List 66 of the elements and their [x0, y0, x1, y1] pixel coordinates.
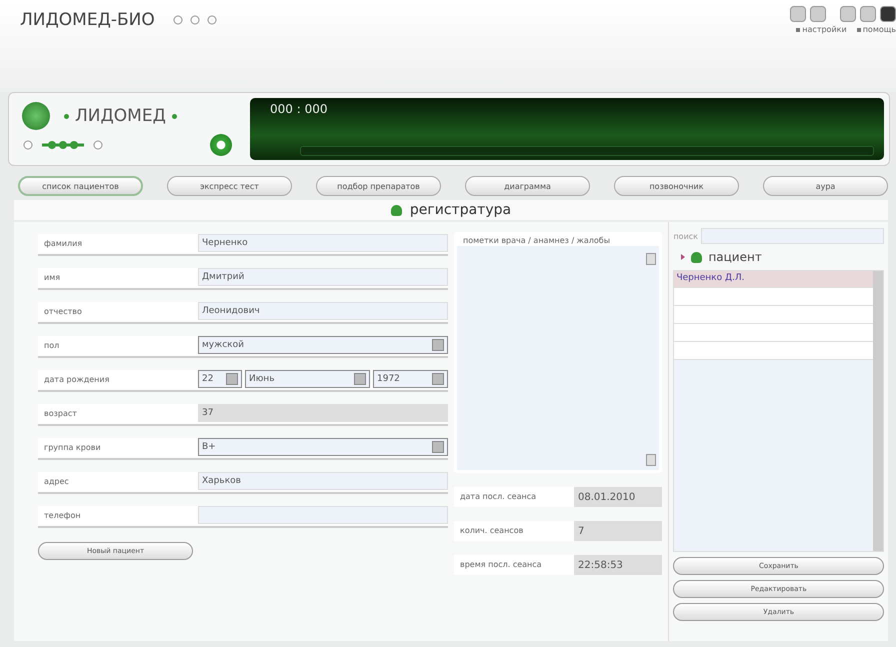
- empty-list-row[interactable]: [674, 324, 873, 342]
- readonly-field: 08.01.2010: [574, 487, 662, 507]
- month-dropdown[interactable]: Июнь: [245, 370, 370, 388]
- tab[interactable]: подбор препаратов: [316, 176, 441, 196]
- notes-area[interactable]: пометки врача / анамнез / жалобы: [454, 232, 662, 473]
- dot-icon: [172, 114, 177, 118]
- dropdown-icon: [354, 373, 366, 385]
- dropdown-icon: [432, 373, 444, 385]
- search-field[interactable]: [701, 228, 884, 244]
- readonly-field: 7: [574, 521, 662, 541]
- tab[interactable]: диаграмма: [465, 176, 590, 196]
- bullet-icon: [796, 28, 800, 32]
- field-label: дата рождения: [43, 374, 110, 386]
- person-icon: [691, 252, 702, 262]
- search-label: поиск: [673, 232, 698, 240]
- field-label: отчество: [43, 306, 83, 318]
- dropdown[interactable]: мужской: [198, 336, 448, 354]
- empty-list-row[interactable]: [674, 306, 873, 324]
- field-label: возраст: [43, 408, 78, 420]
- day-dropdown[interactable]: 22: [198, 370, 242, 388]
- dropdown-icon: [432, 441, 444, 453]
- header-link[interactable]: настройки: [802, 25, 847, 34]
- field-label: адрес: [43, 476, 70, 488]
- window-title: ЛИДОМЕД-БИО: [20, 10, 155, 30]
- header-link[interactable]: помощь: [862, 25, 896, 34]
- dropdown-icon: [226, 373, 238, 385]
- field-label: имя: [43, 272, 62, 284]
- counter-text: 000 : 000: [270, 102, 328, 116]
- empty-list-row[interactable]: [674, 288, 873, 306]
- tab[interactable]: список пациентов: [18, 176, 143, 196]
- notes-label: пометки врача / анамнез / жалобы: [457, 235, 660, 246]
- circles-icon: [172, 15, 217, 25]
- dot-icon: [64, 114, 69, 118]
- arrow-icon[interactable]: [681, 254, 686, 260]
- empty-list-row[interactable]: [674, 342, 873, 360]
- bullet-icon: [856, 28, 861, 32]
- dropdown-icon: [432, 339, 444, 351]
- tab[interactable]: позвоночник: [614, 176, 739, 196]
- progress-track[interactable]: [300, 146, 874, 156]
- section-title: регистратура: [410, 202, 512, 218]
- close-icon[interactable]: [880, 6, 896, 22]
- input-field[interactable]: Харьков: [198, 472, 448, 490]
- field-label: телефон: [43, 510, 82, 522]
- field-label: колич. сеансов: [459, 525, 524, 537]
- dropdown[interactable]: B+: [198, 438, 448, 456]
- field-label: группа крови: [43, 442, 102, 454]
- input-field[interactable]: [198, 506, 448, 524]
- input-field[interactable]: Леонидович: [198, 302, 448, 320]
- readonly-field: 22:58:53: [574, 555, 662, 575]
- tab[interactable]: экспресс тест: [167, 176, 292, 196]
- field-label: время посл. сеанса: [459, 559, 543, 571]
- patient-list-item[interactable]: Черненко Д.Л.: [674, 271, 873, 288]
- field-label: фамилия: [43, 238, 84, 250]
- field-label: дата посл. сеанса: [459, 491, 538, 503]
- scrollbar[interactable]: [873, 271, 883, 551]
- tab[interactable]: аура: [763, 176, 888, 196]
- year-dropdown[interactable]: 1972: [373, 370, 448, 388]
- input-field[interactable]: Черненко: [198, 234, 448, 252]
- readonly-field: 37: [198, 404, 448, 422]
- input-field[interactable]: Дмитрий: [198, 268, 448, 286]
- tree-label: пациент: [708, 250, 762, 264]
- person-icon: [390, 204, 402, 216]
- logo-icon: [22, 102, 50, 130]
- logo-text: ЛИДОМЕД: [75, 106, 166, 126]
- record-button[interactable]: [210, 134, 232, 156]
- field-label: пол: [43, 340, 60, 352]
